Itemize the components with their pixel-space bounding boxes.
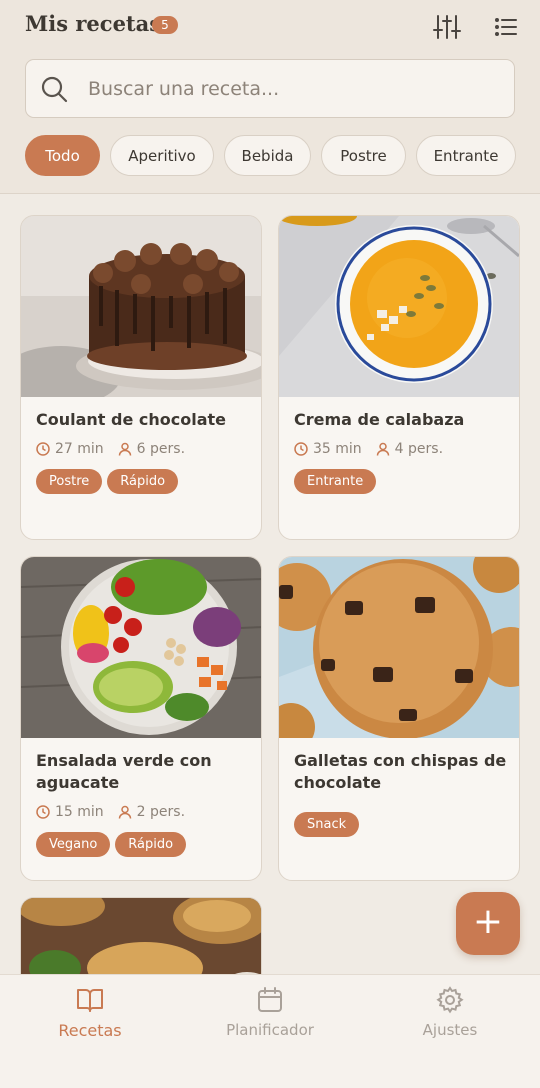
recipe-card[interactable]: Ensalada verde con aguacate 15 min 2 per… bbox=[20, 556, 262, 881]
recipe-meta: 15 min 2 pers. bbox=[36, 802, 185, 822]
recipe-card[interactable]: Galletas con chispas de chocolate Snack bbox=[278, 556, 520, 881]
recipe-meta: 27 min 6 pers. bbox=[36, 439, 185, 459]
recipe-card[interactable]: Crema de calabaza 35 min 4 pers. Entrant… bbox=[278, 215, 520, 540]
recipe-servings: 2 pers. bbox=[136, 804, 186, 820]
recipe-photo-chocolate-chip-cookies bbox=[279, 557, 519, 738]
nav-item-recetas[interactable]: Recetas bbox=[20, 985, 160, 1040]
recipe-count-badge: 5 bbox=[152, 16, 178, 34]
recipe-title: Ensalada verde con aguacate bbox=[36, 751, 212, 792]
recipe-photo-chocolate-cake bbox=[21, 216, 261, 397]
recipe-tags: Postre Rápido bbox=[36, 469, 179, 494]
nav-item-planificador[interactable]: Planificador bbox=[200, 985, 340, 1039]
app-header: Mis recetas 5 Todo Aperitivo Bebida Post… bbox=[0, 0, 540, 194]
recipe-time: 15 min bbox=[55, 804, 104, 820]
clock-icon bbox=[36, 442, 50, 456]
recipe-time: 27 min bbox=[55, 441, 104, 457]
gear-icon bbox=[436, 986, 464, 1014]
recipe-card[interactable]: Coulant de chocolate 27 min 6 pers. Post… bbox=[20, 215, 262, 540]
person-icon bbox=[118, 442, 131, 456]
category-filters: Todo Aperitivo Bebida Postre Entrante bbox=[25, 135, 516, 176]
recipe-photo-green-salad bbox=[21, 557, 261, 738]
clock-icon bbox=[294, 442, 308, 456]
calendar-icon bbox=[258, 987, 282, 1012]
person-icon bbox=[376, 442, 389, 456]
recipe-tag: Entrante bbox=[294, 469, 377, 494]
clock-icon bbox=[36, 805, 50, 819]
search-input[interactable] bbox=[88, 70, 498, 108]
nav-label: Recetas bbox=[58, 1021, 122, 1040]
filter-chip-todo[interactable]: Todo bbox=[25, 135, 100, 176]
recipe-photo-pumpkin-soup bbox=[279, 216, 519, 397]
filter-chip-entrante[interactable]: Entrante bbox=[416, 135, 516, 176]
nav-label: Planificador bbox=[226, 1021, 314, 1039]
recipe-tag: Snack bbox=[294, 812, 360, 837]
recipe-tags: Snack bbox=[294, 812, 360, 837]
person-icon bbox=[118, 805, 131, 819]
filter-chip-bebida[interactable]: Bebida bbox=[224, 135, 311, 176]
recipe-title: Galletas con chispas de chocolate bbox=[294, 751, 507, 792]
search-icon bbox=[41, 76, 68, 103]
filter-chip-aperitivo[interactable]: Aperitivo bbox=[110, 135, 214, 176]
bottom-navigation: Recetas Planificador Ajustes bbox=[0, 974, 540, 1088]
nav-label: Ajustes bbox=[422, 1021, 478, 1039]
recipe-tag: Rápido bbox=[115, 832, 187, 857]
add-recipe-button[interactable]: + bbox=[456, 892, 520, 955]
search-box bbox=[25, 59, 515, 118]
recipe-title: Coulant de chocolate bbox=[36, 410, 227, 429]
list-view-icon[interactable] bbox=[491, 12, 521, 42]
recipe-servings: 4 pers. bbox=[394, 441, 444, 457]
recipe-servings: 6 pers. bbox=[136, 441, 186, 457]
recipe-tag: Vegano bbox=[36, 832, 111, 857]
recipe-title: Crema de calabaza bbox=[294, 410, 465, 429]
book-icon bbox=[77, 989, 103, 1012]
recipe-time: 35 min bbox=[313, 441, 362, 457]
page-title: Mis recetas bbox=[25, 11, 162, 36]
recipe-tags: Vegano Rápido bbox=[36, 832, 187, 857]
nav-item-ajustes[interactable]: Ajustes bbox=[380, 985, 520, 1039]
recipe-meta: 35 min 4 pers. bbox=[294, 439, 443, 459]
recipe-tags: Entrante bbox=[294, 469, 377, 494]
recipe-tag: Rápido bbox=[107, 469, 179, 494]
recipe-tag: Postre bbox=[36, 469, 103, 494]
sliders-icon[interactable] bbox=[432, 12, 462, 42]
filter-chip-postre[interactable]: Postre bbox=[321, 135, 406, 176]
